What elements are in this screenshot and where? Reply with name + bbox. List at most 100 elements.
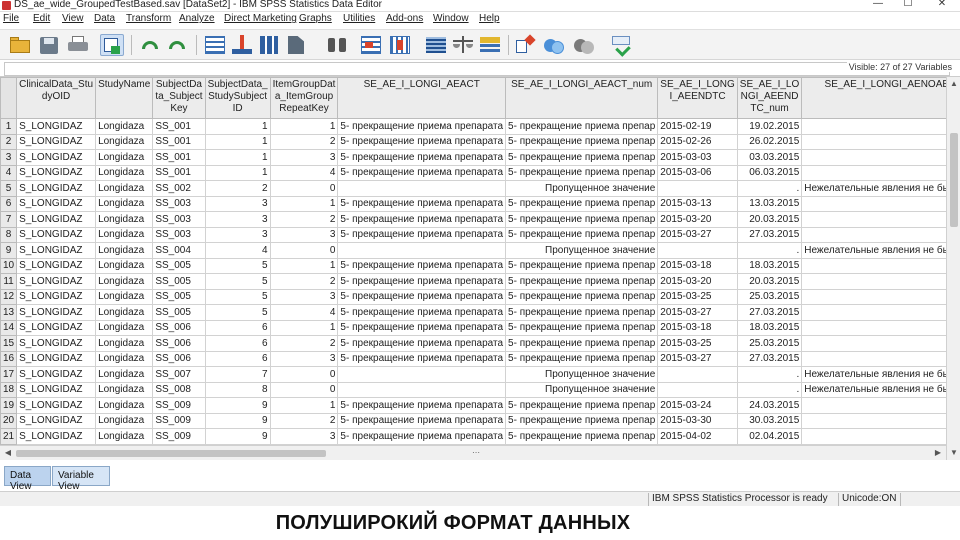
tab-variable-view[interactable]: Variable View (52, 466, 110, 492)
data-cell[interactable]: S_LONGIDAZ (16, 428, 97, 445)
close-button[interactable]: ✕ (932, 0, 952, 10)
data-cell[interactable]: 4 (269, 164, 339, 181)
row-number[interactable]: 14 (0, 319, 18, 336)
data-cell[interactable]: Longidaza (95, 288, 154, 305)
row-number[interactable]: 19 (0, 397, 18, 414)
data-cell[interactable]: Пропущенное значение (505, 242, 659, 259)
menu-analyze[interactable]: Analyze (179, 13, 215, 24)
data-cell[interactable] (337, 366, 507, 383)
data-cell[interactable]: SS_006 (152, 350, 206, 367)
data-cell[interactable]: SS_001 (152, 118, 206, 135)
menu-transform[interactable]: Transform (126, 13, 171, 24)
menu-utilities[interactable]: Utilities (343, 13, 375, 24)
data-cell[interactable]: 5- прекращение приема препарата (337, 397, 507, 414)
data-cell[interactable]: SS_005 (152, 288, 206, 305)
data-cell[interactable]: 5- прекращение приема препарата (337, 428, 507, 445)
data-cell[interactable]: S_LONGIDAZ (16, 304, 97, 321)
data-cell[interactable]: S_LONGIDAZ (16, 133, 97, 150)
data-cell[interactable] (801, 304, 946, 321)
column-header[interactable]: ItemGroupDat a_ItemGroup RepeatKey (269, 77, 339, 119)
data-cell[interactable]: SS_001 (152, 149, 206, 166)
data-cell[interactable]: 3 (269, 428, 339, 445)
data-cell[interactable]: . (736, 366, 803, 383)
data-cell[interactable]: 25.03.2015 (736, 335, 803, 352)
row-number[interactable]: 18 (0, 381, 18, 398)
data-cell[interactable]: 1 (269, 397, 339, 414)
data-cell[interactable]: Нежелательные явления не были в (801, 180, 946, 197)
data-cell[interactable]: 20.03.2015 (736, 211, 803, 228)
menu-file[interactable]: File (3, 13, 19, 24)
data-cell[interactable]: S_LONGIDAZ (16, 211, 97, 228)
data-cell[interactable]: 5- прекращение приема препарата (337, 288, 507, 305)
data-cell[interactable]: 5- прекращение приема препарата (337, 195, 507, 212)
menu-help[interactable]: Help (479, 13, 500, 24)
data-cell[interactable]: Longidaza (95, 118, 154, 135)
spell-check-icon[interactable] (609, 34, 633, 57)
data-cell[interactable]: 2015-03-20 (657, 211, 738, 228)
data-cell[interactable]: 4 (204, 242, 271, 259)
horizontal-scroll-thumb[interactable] (16, 450, 326, 457)
data-cell[interactable]: Longidaza (95, 319, 154, 336)
row-number[interactable]: 9 (0, 242, 18, 259)
data-cell[interactable]: Longidaza (95, 428, 154, 445)
data-cell[interactable]: S_LONGIDAZ (16, 273, 97, 290)
data-cell[interactable]: Нежелательные явления не были в (801, 242, 946, 259)
data-cell[interactable] (801, 211, 946, 228)
row-number[interactable]: 10 (0, 257, 18, 274)
data-cell[interactable]: 5- прекращение приема препар (505, 273, 659, 290)
data-cell[interactable]: 2015-03-13 (657, 195, 738, 212)
data-cell[interactable]: SS_004 (152, 242, 206, 259)
data-cell[interactable]: 2015-03-30 (657, 412, 738, 429)
vertical-scroll-thumb[interactable] (950, 133, 958, 227)
menu-graphs[interactable]: Graphs (299, 13, 332, 24)
data-cell[interactable]: . (736, 381, 803, 398)
data-cell[interactable]: Longidaza (95, 226, 154, 243)
data-cell[interactable]: 2015-03-27 (657, 304, 738, 321)
row-number[interactable]: 16 (0, 350, 18, 367)
data-cell[interactable]: 5- прекращение приема препар (505, 133, 659, 150)
data-cell[interactable]: SS_005 (152, 304, 206, 321)
data-cell[interactable]: 5- прекращение приема препарата (337, 149, 507, 166)
data-cell[interactable]: 5- прекращение приема препарата (337, 412, 507, 429)
data-cell[interactable]: 3 (204, 211, 271, 228)
data-cell[interactable]: SS_008 (152, 381, 206, 398)
horizontal-scrollbar[interactable]: ◀ ⋯ ▶ (0, 445, 946, 460)
data-cell[interactable] (801, 195, 946, 212)
data-cell[interactable]: 5- прекращение приема препар (505, 149, 659, 166)
data-cell[interactable] (801, 350, 946, 367)
maximize-button[interactable]: ☐ (898, 0, 918, 10)
column-header[interactable]: SubjectDa ta_Subject Key (152, 77, 206, 119)
data-cell[interactable]: 2015-03-18 (657, 319, 738, 336)
scroll-left-icon[interactable]: ◀ (2, 447, 14, 459)
row-number[interactable]: 12 (0, 288, 18, 305)
data-cell[interactable]: 5- прекращение приема препар (505, 319, 659, 336)
data-cell[interactable]: 2015-04-02 (657, 428, 738, 445)
split-file-icon[interactable] (424, 34, 448, 56)
data-cell[interactable]: Longidaza (95, 195, 154, 212)
data-cell[interactable]: 5 (204, 304, 271, 321)
row-number[interactable]: 2 (0, 133, 18, 150)
data-cell[interactable]: S_LONGIDAZ (16, 366, 97, 383)
data-cell[interactable]: Longidaza (95, 304, 154, 321)
data-cell[interactable]: 5- прекращение приема препарата (337, 335, 507, 352)
redo-icon[interactable] (165, 34, 189, 56)
data-cell[interactable]: 6 (204, 335, 271, 352)
data-cell[interactable]: 0 (269, 381, 339, 398)
data-cell[interactable]: 13.03.2015 (736, 195, 803, 212)
data-cell[interactable]: 5- прекращение приема препарата (337, 164, 507, 181)
data-cell[interactable]: Longidaza (95, 350, 154, 367)
data-cell[interactable]: 24.03.2015 (736, 397, 803, 414)
row-number[interactable]: 21 (0, 428, 18, 445)
menu-direct-marketing[interactable]: Direct Marketing (224, 13, 297, 24)
data-cell[interactable]: 27.03.2015 (736, 226, 803, 243)
data-cell[interactable]: SS_009 (152, 397, 206, 414)
data-cell[interactable]: 6 (204, 350, 271, 367)
data-cell[interactable] (801, 226, 946, 243)
data-cell[interactable]: 27.03.2015 (736, 304, 803, 321)
data-cell[interactable]: 20.03.2015 (736, 273, 803, 290)
row-number[interactable]: 7 (0, 211, 18, 228)
data-cell[interactable]: 2015-03-25 (657, 335, 738, 352)
find-icon[interactable] (325, 34, 349, 56)
data-cell[interactable]: 5- прекращение приема препар (505, 335, 659, 352)
insert-variable-icon[interactable] (388, 34, 412, 56)
